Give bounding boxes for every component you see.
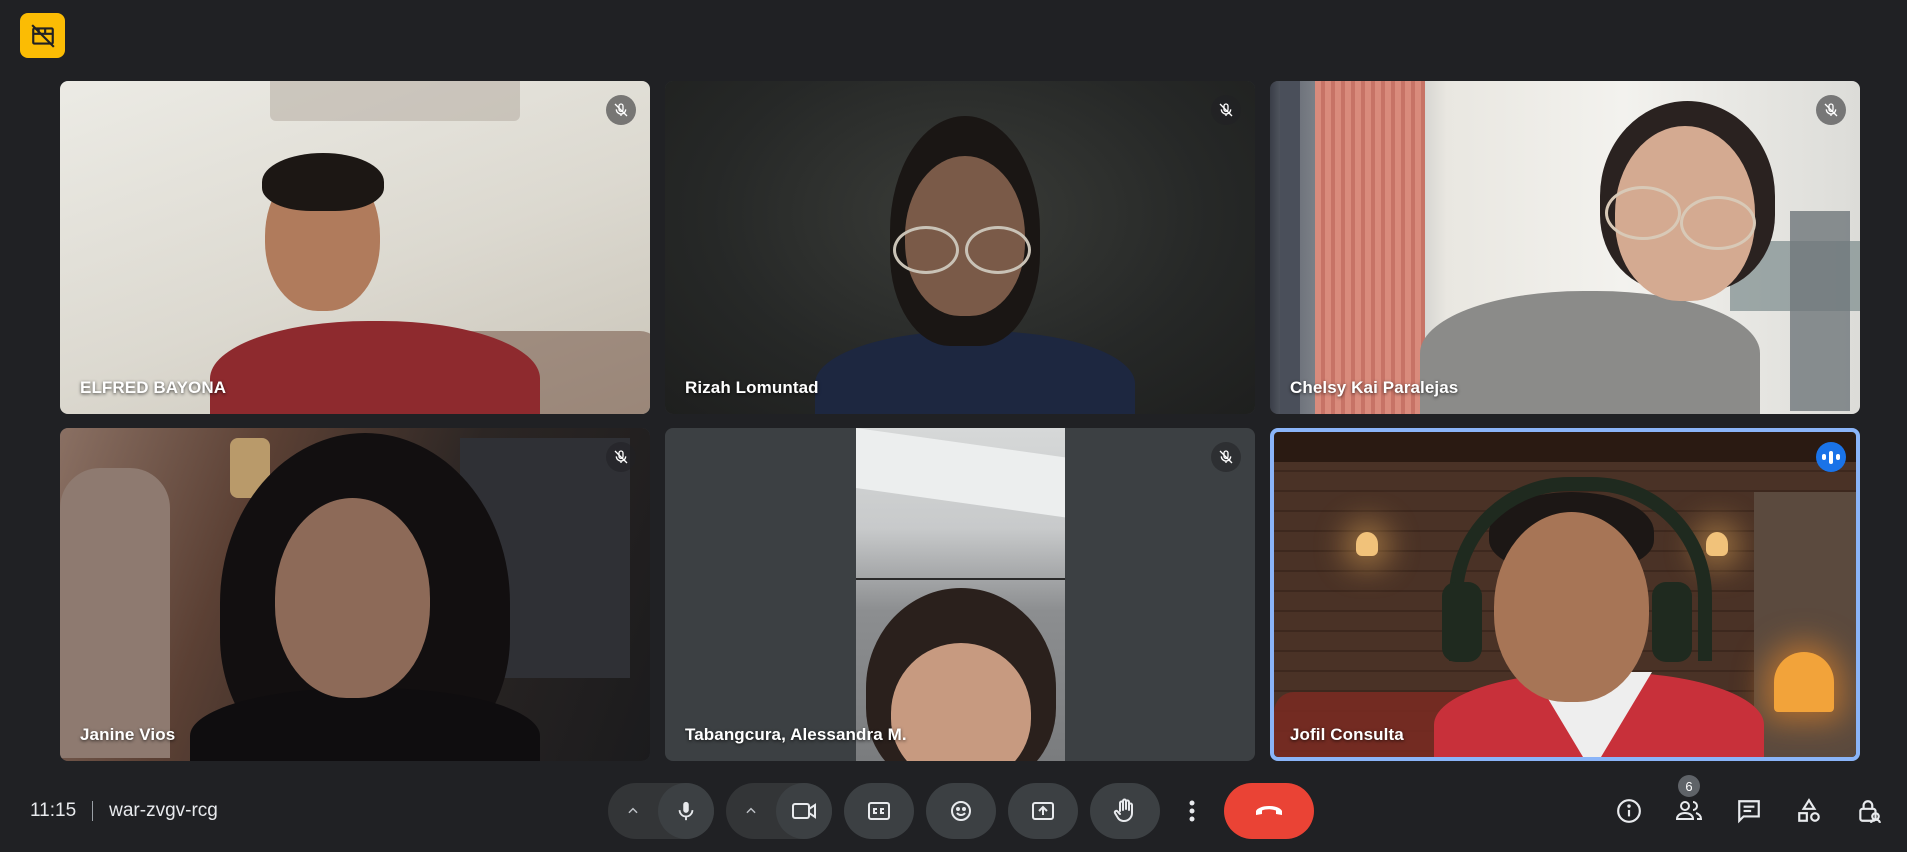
video-feed [60,81,650,414]
bottom-toolbar: 11:15 war-zvgv-rcg 6 [0,770,1907,852]
divider [92,801,94,821]
present-screen-icon [1032,802,1054,820]
camera-icon [792,803,816,819]
video-feed [856,428,1065,761]
side-controls: 6 [1601,775,1897,842]
participant-name: Janine Vios [80,725,176,744]
captions-button[interactable] [844,783,914,839]
participant-name: Rizah Lomuntad [685,378,819,397]
people-icon [1675,801,1703,820]
participant-name: Jofil Consulta [1290,725,1404,744]
participant-tile-active[interactable]: Jofil Consulta [1270,428,1860,761]
more-options-button[interactable] [1172,783,1212,839]
participant-tile[interactable]: Janine Vios [60,428,650,761]
present-screen-button[interactable] [1008,783,1078,839]
mic-off-icon [1816,95,1846,125]
captions-icon [868,802,890,820]
mic-off-icon [1211,95,1241,125]
camera-button[interactable] [776,783,832,839]
raise-hand-icon [1113,798,1133,822]
video-feed [665,81,1255,414]
mic-off-icon [1211,442,1241,472]
participant-tile[interactable]: Chelsy Kai Paralejas [1270,81,1860,414]
participant-name: Chelsy Kai Paralejas [1290,378,1459,397]
audio-control-group [608,783,714,839]
video-feed [1274,432,1856,757]
speaking-indicator-icon [1816,442,1846,472]
info-icon [1617,799,1641,823]
emoji-icon [951,801,971,821]
activities-button[interactable] [1781,783,1837,839]
chat-icon [1738,800,1760,824]
meeting-details-button[interactable] [1601,783,1657,839]
participant-name: Tabangcura, Alessandra M. [685,725,907,744]
participant-count-badge: 6 [1678,775,1700,797]
audio-options-button[interactable] [608,783,658,839]
chevron-up-icon [628,807,638,814]
raise-hand-button[interactable] [1090,783,1160,839]
people-button[interactable]: 6 [1661,775,1717,839]
activities-icon [1798,798,1820,822]
mic-off-icon [606,442,636,472]
mic-off-icon [606,95,636,125]
lock-person-icon [1859,800,1881,824]
hide-self-view-badge[interactable] [20,13,65,58]
video-options-button[interactable] [726,783,776,839]
chat-button[interactable] [1721,783,1777,839]
microphone-button[interactable] [658,783,714,839]
end-call-button[interactable] [1224,783,1314,839]
video-off-icon [30,23,55,48]
host-controls-button[interactable] [1841,783,1897,839]
video-feed [60,428,650,761]
meeting-time: 11:15 [30,800,77,821]
chevron-up-icon [746,807,756,814]
video-feed [1270,81,1860,414]
participant-tile[interactable]: Tabangcura, Alessandra M. [665,428,1255,761]
more-vert-icon [1189,800,1195,822]
emoji-reactions-button[interactable] [926,783,996,839]
participant-tile[interactable]: ELFRED BAYONA [60,81,650,414]
video-control-group [726,783,832,839]
end-call-icon [1256,806,1282,815]
participant-name: ELFRED BAYONA [80,378,227,397]
participant-tile[interactable]: Rizah Lomuntad [665,81,1255,414]
meeting-code: war-zvgv-rcg [109,800,218,821]
call-controls [608,780,1314,842]
microphone-icon [678,801,694,821]
meeting-info: 11:15 war-zvgv-rcg [30,770,218,852]
